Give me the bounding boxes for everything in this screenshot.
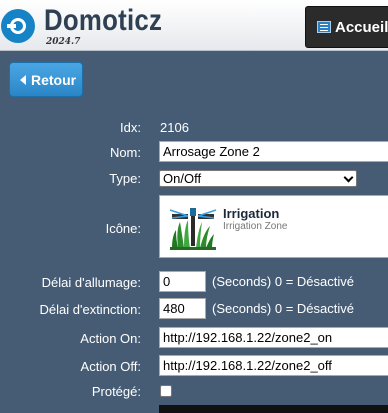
type-label: Type: xyxy=(109,171,141,186)
icon-title: Irrigation xyxy=(223,206,280,221)
on-delay-input[interactable]: 0 xyxy=(159,271,206,292)
icon-subtitle: Irrigation Zone xyxy=(223,221,288,232)
on-delay-label: Délai d'allumage: xyxy=(41,275,141,290)
action-off-input[interactable]: http://192.168.1.22/zone2_off xyxy=(159,355,388,376)
idx-value: 2106 xyxy=(160,120,189,135)
arrow-left-icon xyxy=(20,74,26,85)
name-field[interactable]: Arrosage Zone 2 xyxy=(159,141,388,162)
protected-checkbox[interactable] xyxy=(160,385,172,397)
idx-label: Idx: xyxy=(120,120,141,135)
home-button[interactable]: Accueil xyxy=(305,6,388,48)
protected-label: Protégé: xyxy=(91,384,141,399)
off-delay-hint: (Seconds) 0 = Désactivé xyxy=(212,301,354,316)
action-on-label: Action On: xyxy=(80,331,141,346)
brand-name: Domoticz xyxy=(44,4,163,37)
domoticz-logo-icon xyxy=(1,9,35,43)
back-button[interactable]: Retour xyxy=(9,62,83,97)
type-select-value: On/Off xyxy=(163,171,202,186)
top-header: Domoticz 2024.7 Accueil xyxy=(0,0,388,51)
off-delay-input[interactable]: 480 xyxy=(159,298,206,319)
on-delay-hint: (Seconds) 0 = Désactivé xyxy=(212,274,354,289)
name-label: Nom: xyxy=(109,145,141,160)
type-select[interactable]: On/Off xyxy=(159,170,357,187)
home-button-label: Accueil xyxy=(335,18,388,36)
version-label: 2024.7 xyxy=(46,37,81,47)
next-field-bar xyxy=(159,405,388,413)
icon-selector[interactable]: Irrigation Irrigation Zone xyxy=(159,195,388,258)
icon-label: Icône: xyxy=(105,221,141,236)
action-on-input[interactable]: http://192.168.1.22/zone2_on xyxy=(159,327,388,348)
dashboard-icon xyxy=(317,21,331,33)
off-delay-label: Délai d'extinction: xyxy=(39,302,141,317)
chevron-down-icon xyxy=(343,172,354,183)
irrigation-icon xyxy=(169,208,217,250)
back-button-label: Retour xyxy=(31,71,77,88)
action-off-label: Action Off: xyxy=(80,359,141,374)
